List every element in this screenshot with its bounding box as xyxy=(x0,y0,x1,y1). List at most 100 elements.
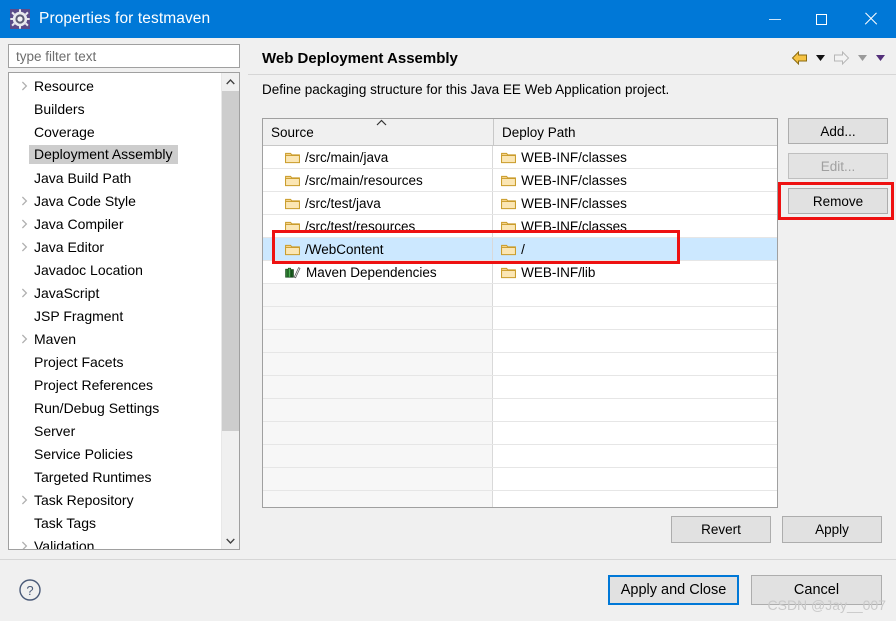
sidebar-item-server[interactable]: Server xyxy=(9,419,221,442)
page-action-buttons: Revert Apply xyxy=(248,516,896,543)
expand-chevron-icon[interactable] xyxy=(17,81,32,91)
cell-deploy-path: WEB-INF/classes xyxy=(493,146,777,168)
table-row[interactable]: /WebContent / xyxy=(263,238,777,261)
sidebar-item-validation[interactable]: Validation xyxy=(9,534,221,549)
cell-source-label: /src/main/resources xyxy=(305,172,423,188)
scroll-up-arrow[interactable] xyxy=(222,73,239,90)
expand-chevron-icon[interactable] xyxy=(17,495,32,505)
table-row[interactable]: /src/test/java WEB-INF/classes xyxy=(263,192,777,215)
table-row[interactable]: /src/main/java WEB-INF/classes xyxy=(263,146,777,169)
sidebar-item-jsp-fragment[interactable]: JSP Fragment xyxy=(9,304,221,327)
cell-deploy-path-label: WEB-INF/classes xyxy=(521,149,627,165)
dialog-body: Resource Builders Coverage Deployment Assem… xyxy=(0,38,896,559)
table-row-empty[interactable] xyxy=(263,399,777,422)
sidebar-item-task-tags[interactable]: Task Tags xyxy=(9,511,221,534)
tree-scrollbar[interactable] xyxy=(221,73,239,549)
cell-deploy-path xyxy=(493,468,777,490)
sidebar-item-label: JavaScript xyxy=(34,284,100,301)
sidebar-item-maven[interactable]: Maven xyxy=(9,327,221,350)
sidebar-item-targeted-runtimes[interactable]: Targeted Runtimes xyxy=(9,465,221,488)
watermark: CSDN @Jay__007 xyxy=(767,597,887,613)
cell-source: /src/test/java xyxy=(263,192,494,214)
sidebar-item-project-references[interactable]: Project References xyxy=(9,373,221,396)
table-row-empty[interactable] xyxy=(263,376,777,399)
forward-dropdown-caret xyxy=(854,48,870,68)
table-row-empty[interactable] xyxy=(263,353,777,376)
sidebar-item-coverage[interactable]: Coverage xyxy=(9,120,221,143)
apply-and-close-button[interactable]: Apply and Close xyxy=(608,575,739,605)
table-header-row: Source Deploy Path xyxy=(263,119,777,146)
cell-deploy-path xyxy=(493,399,777,421)
expand-chevron-icon[interactable] xyxy=(17,334,32,344)
expand-chevron-icon[interactable] xyxy=(17,242,32,252)
window-controls xyxy=(752,0,896,38)
sidebar-item-label: Task Repository xyxy=(34,491,134,508)
minimize-button[interactable] xyxy=(752,0,798,38)
sidebar-item-deployment-assembly[interactable]: Deployment Assembly xyxy=(9,143,221,166)
cell-source: /WebContent xyxy=(263,238,494,260)
page-header: Web Deployment Assembly xyxy=(248,42,896,75)
table-action-buttons: Add... Edit... Remove xyxy=(788,118,888,223)
sidebar-item-javadoc-location[interactable]: Javadoc Location xyxy=(9,258,221,281)
properties-dialog: Properties for testmaven Resource Builder… xyxy=(0,0,896,621)
table-row-empty[interactable] xyxy=(263,468,777,491)
sidebar-item-java-build-path[interactable]: Java Build Path xyxy=(9,166,221,189)
scroll-down-arrow[interactable] xyxy=(222,532,239,549)
sidebar-item-java-editor[interactable]: Java Editor xyxy=(9,235,221,258)
folder-icon xyxy=(285,220,300,233)
expand-chevron-icon[interactable] xyxy=(17,196,32,206)
column-header-deploy-path-label: Deploy Path xyxy=(502,124,576,140)
dialog-footer: ? Apply and Close Cancel xyxy=(0,560,896,621)
table-row-empty[interactable] xyxy=(263,445,777,468)
sidebar-item-project-facets[interactable]: Project Facets xyxy=(9,350,221,373)
cell-deploy-path: WEB-INF/classes xyxy=(493,215,777,237)
table-row-empty[interactable] xyxy=(263,422,777,445)
back-arrow-icon[interactable] xyxy=(788,48,810,68)
apply-and-close-button-label: Apply and Close xyxy=(620,582,727,598)
close-button[interactable] xyxy=(844,0,896,38)
sidebar-item-task-repository[interactable]: Task Repository xyxy=(9,488,221,511)
back-dropdown-caret[interactable] xyxy=(812,48,828,68)
cell-deploy-path: WEB-INF/lib xyxy=(493,261,777,283)
table-row-empty[interactable] xyxy=(263,307,777,330)
sidebar-item-run-debug-settings[interactable]: Run/Debug Settings xyxy=(9,396,221,419)
filter-box[interactable] xyxy=(8,44,240,68)
table-row[interactable]: /src/main/resources WEB-INF/classes xyxy=(263,169,777,192)
sidebar-item-service-policies[interactable]: Service Policies xyxy=(9,442,221,465)
sidebar-item-java-compiler[interactable]: Java Compiler xyxy=(9,212,221,235)
table-row-empty[interactable] xyxy=(263,491,777,507)
table-row[interactable]: /src/test/resources WEB-INF/classes xyxy=(263,215,777,238)
column-header-deploy-path[interactable]: Deploy Path xyxy=(494,119,777,145)
cell-source-label: /src/main/java xyxy=(305,149,389,165)
table-row-empty[interactable] xyxy=(263,330,777,353)
cell-deploy-path xyxy=(493,284,777,306)
folder-icon xyxy=(285,197,300,210)
expand-chevron-icon[interactable] xyxy=(17,288,32,298)
apply-button[interactable]: Apply xyxy=(782,516,882,543)
view-menu-caret[interactable] xyxy=(872,48,888,68)
help-question-icon[interactable]: ? xyxy=(18,578,42,602)
sidebar-item-javascript[interactable]: JavaScript xyxy=(9,281,221,304)
revert-button[interactable]: Revert xyxy=(671,516,771,543)
sidebar-item-label: Javadoc Location xyxy=(34,261,143,278)
tree-scrollbar-thumb[interactable] xyxy=(222,91,239,431)
add-button[interactable]: Add... xyxy=(788,118,888,144)
search-input[interactable] xyxy=(14,47,239,65)
revert-button-label: Revert xyxy=(701,522,741,537)
sidebar-item-label: Project Facets xyxy=(34,353,124,370)
cell-source xyxy=(263,399,494,421)
sidebar-item-builders[interactable]: Builders xyxy=(9,97,221,120)
expand-chevron-icon[interactable] xyxy=(17,541,32,549)
table-row-empty[interactable] xyxy=(263,284,777,307)
column-header-source[interactable]: Source xyxy=(263,119,494,145)
folder-icon xyxy=(501,220,517,233)
sidebar-item-resource[interactable]: Resource xyxy=(9,74,221,97)
cell-source xyxy=(263,330,494,352)
column-header-source-label: Source xyxy=(271,124,314,140)
expand-chevron-icon[interactable] xyxy=(17,219,32,229)
maximize-button[interactable] xyxy=(798,0,844,38)
cell-deploy-path: / xyxy=(493,238,777,260)
sidebar-item-java-code-style[interactable]: Java Code Style xyxy=(9,189,221,212)
remove-button[interactable]: Remove xyxy=(788,188,888,214)
table-row[interactable]: Maven Dependencies WEB-INF/lib xyxy=(263,261,777,284)
